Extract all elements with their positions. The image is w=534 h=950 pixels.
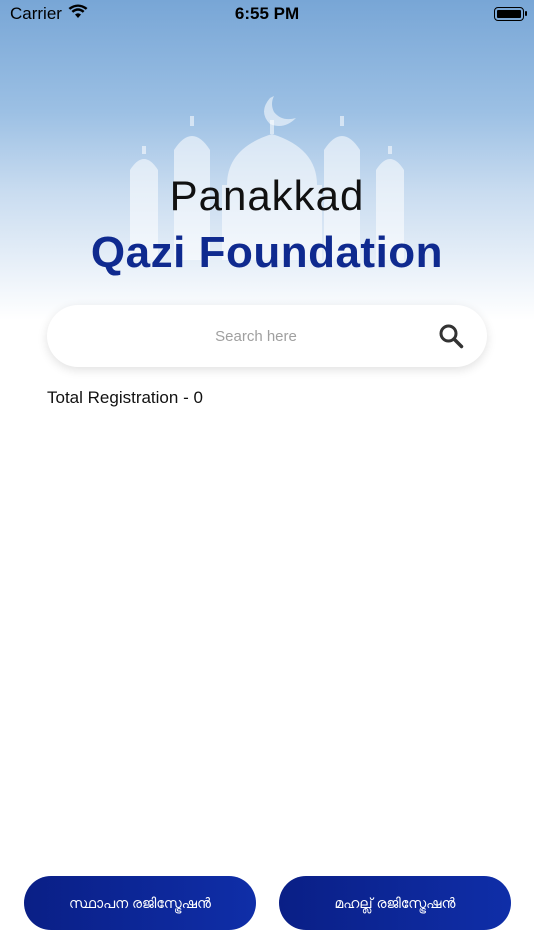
mahallu-registration-button[interactable]: മഹല്ല് രജിസ്ട്രേഷൻ (279, 876, 511, 930)
page-title-line2: Qazi Foundation (90, 228, 444, 277)
wifi-icon (68, 4, 88, 24)
institution-registration-button[interactable]: സ്ഥാപന രജിസ്ട്രേഷൻ (24, 876, 256, 930)
search-input[interactable] (47, 305, 425, 367)
total-registration-label: Total Registration - 0 (47, 388, 203, 407)
search-icon[interactable] (425, 305, 477, 367)
carrier-label: Carrier (10, 4, 62, 23)
battery-fill (497, 10, 521, 18)
battery-icon (494, 7, 527, 21)
search-bar[interactable] (47, 305, 487, 367)
status-bar: Carrier 6:55 PM (0, 0, 534, 28)
page-title-line1: Panakkad (169, 172, 365, 219)
status-left: Carrier (10, 4, 88, 24)
